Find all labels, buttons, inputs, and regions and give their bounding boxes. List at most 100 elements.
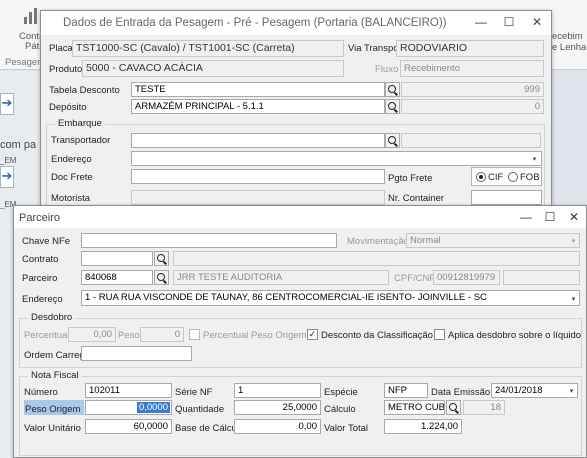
base-calculo-field[interactable]: 0,00 bbox=[234, 419, 321, 434]
nr-container-label: Nr. Container bbox=[388, 193, 444, 204]
desconto-classificacao-label: Desconto da Classificação bbox=[321, 330, 433, 341]
placa-field[interactable]: TST1000-SC (Cavalo) / TST1001-SC (Carret… bbox=[72, 40, 344, 57]
fluxo-field[interactable]: Recebimento bbox=[400, 60, 544, 77]
maximize-button[interactable]: ☐ bbox=[495, 11, 523, 33]
contrato-field[interactable] bbox=[81, 251, 153, 266]
aplica-desdobro-checkbox[interactable] bbox=[434, 329, 445, 340]
deposito-code: 0 bbox=[401, 99, 544, 114]
ribbon-label-lenha[interactable]: e Lenha bbox=[552, 42, 586, 53]
cif-radio[interactable] bbox=[476, 172, 486, 182]
minimize-button[interactable]: — bbox=[467, 11, 495, 33]
ribbon-label-pat[interactable]: Pát bbox=[25, 41, 39, 52]
calculo-label: Cálculo bbox=[324, 404, 356, 415]
calculo-search-button[interactable] bbox=[446, 400, 461, 415]
calculo-code: 18 bbox=[463, 400, 505, 415]
numero-field[interactable]: 102011 bbox=[85, 383, 172, 398]
data-emissao-field[interactable]: 24/01/2018 bbox=[491, 383, 578, 398]
doc-frete-label: Doc Frete bbox=[51, 172, 93, 183]
arrow-button-1[interactable]: ➔ bbox=[0, 93, 14, 115]
chevron-down-icon[interactable]: ▾ bbox=[568, 234, 579, 247]
chave-nfe-field[interactable] bbox=[81, 233, 337, 248]
placa-label: Placa bbox=[49, 43, 73, 54]
deposito-label: Depósito bbox=[49, 102, 87, 113]
cpf-cnpj-field: 00912819979 bbox=[433, 270, 500, 285]
transportador-field[interactable] bbox=[131, 133, 385, 148]
motorista-field[interactable] bbox=[131, 190, 385, 205]
percentual-field[interactable]: 0,00 bbox=[68, 327, 116, 342]
nr-container-field[interactable] bbox=[471, 190, 542, 205]
tabela-desconto-field[interactable]: TESTE bbox=[131, 82, 385, 97]
percentual-label: Percentual bbox=[24, 330, 70, 341]
bg-text-com-pa: com pa bbox=[0, 139, 37, 151]
quantidade-field[interactable]: 25,0000 bbox=[234, 400, 321, 415]
tabela-desconto-code: 999 bbox=[401, 82, 544, 97]
ordem-carreg-field[interactable] bbox=[81, 346, 192, 361]
contrato-label: Contrato bbox=[22, 254, 59, 265]
maximize-button[interactable]: ☐ bbox=[538, 206, 562, 228]
nota-fiscal-title: Nota Fiscal bbox=[28, 370, 82, 381]
movimentacao-select[interactable]: Normal bbox=[406, 233, 580, 248]
movimentacao-label: Movimentação bbox=[347, 236, 409, 247]
chevron-down-icon[interactable]: ▾ bbox=[568, 292, 579, 305]
transportador-name bbox=[401, 133, 541, 148]
produto-label: Produto bbox=[49, 64, 83, 75]
desconto-classificacao-checkbox[interactable]: ✓ bbox=[307, 329, 318, 340]
calculo-field[interactable]: METRO CUBICO bbox=[384, 400, 445, 415]
search-icon bbox=[387, 135, 396, 144]
search-icon bbox=[387, 101, 396, 110]
percentual-peso-origem-checkbox[interactable] bbox=[189, 329, 200, 340]
desdobro-title: Desdobro bbox=[28, 312, 76, 323]
aplica-desdobro-label: Aplica desdobro sobre o líquido bbox=[448, 330, 582, 341]
valor-unitario-field[interactable]: 60,0000 bbox=[85, 419, 172, 434]
especie-field[interactable]: NFP bbox=[384, 383, 428, 398]
cif-label: CIF bbox=[488, 172, 504, 183]
chave-nfe-label: Chave NFe bbox=[22, 236, 71, 247]
deposito-field[interactable]: ARMAZÉM PRINCIPAL - 5.1.1 bbox=[131, 99, 385, 114]
ribbon-label-recebimento[interactable]: ecebim bbox=[552, 31, 583, 42]
fob-label: FOB bbox=[520, 172, 540, 183]
ribbon-group-pesagem: Pesagen bbox=[5, 57, 43, 68]
contrato-name bbox=[173, 251, 580, 266]
transportador-search-button[interactable] bbox=[385, 133, 400, 148]
fluxo-label: Fluxo bbox=[375, 64, 399, 75]
endereco-select[interactable]: 1 - RUA RUA VISCONDE DE TAUNAY, 86 CENTR… bbox=[81, 290, 580, 306]
especie-label: Espécie bbox=[324, 387, 358, 398]
serie-nf-label: Série NF bbox=[175, 387, 213, 398]
fob-radio[interactable] bbox=[508, 172, 518, 182]
contrato-search-button[interactable] bbox=[154, 251, 169, 266]
valor-total-field[interactable]: 1.224,00 bbox=[384, 419, 462, 434]
valor-total-label: Valor Total bbox=[324, 423, 369, 434]
parceiro-search-button[interactable] bbox=[154, 270, 169, 285]
numero-label: Número bbox=[24, 387, 58, 398]
quantidade-label: Quantidade bbox=[175, 404, 225, 415]
close-button[interactable]: ✕ bbox=[562, 206, 586, 228]
tabela-search-button[interactable] bbox=[385, 82, 400, 97]
pgto-frete-label: Pgto Frete bbox=[388, 173, 433, 184]
ordem-carreg-label: Ordem Carreg. bbox=[24, 350, 88, 361]
close-button[interactable]: ✕ bbox=[523, 11, 551, 33]
minimize-button[interactable]: — bbox=[514, 206, 538, 228]
chevron-down-icon[interactable]: ▾ bbox=[529, 152, 540, 165]
serie-nf-field[interactable]: 1 bbox=[234, 383, 321, 398]
embarque-title: Embarque bbox=[55, 118, 105, 129]
chevron-down-icon[interactable]: ▾ bbox=[566, 384, 577, 397]
search-icon bbox=[448, 402, 457, 411]
peso-field[interactable]: 0 bbox=[140, 327, 184, 342]
search-icon bbox=[387, 84, 396, 93]
doc-frete-field[interactable] bbox=[131, 169, 385, 184]
percentual-peso-origem-label: Percentual Peso Origem bbox=[203, 330, 307, 341]
endereco-embarque-select[interactable] bbox=[131, 151, 542, 166]
pesagem-window: Dados de Entrada da Pesagem - Pré - Pesa… bbox=[40, 10, 552, 216]
arrow-button-2[interactable]: ➔ bbox=[0, 166, 14, 188]
parceiro-window: Parceiro — ☐ ✕ Chave NFe Movimentação No… bbox=[13, 205, 587, 458]
transportador-label: Transportador bbox=[51, 135, 111, 146]
via-transporte-field[interactable]: RODOVIARIO bbox=[396, 40, 544, 57]
deposito-search-button[interactable] bbox=[385, 99, 400, 114]
parceiro-code-field[interactable]: 840068 bbox=[81, 270, 153, 285]
data-emissao-label: Data Emissão bbox=[431, 387, 491, 398]
peso-origem-label: Peso Origem bbox=[25, 404, 81, 415]
endereco-label: Endereço bbox=[22, 294, 63, 305]
produto-field[interactable]: 5000 - CAVACO ACÁCIA bbox=[82, 60, 344, 77]
peso-origem-field[interactable]: 0,0000 bbox=[85, 400, 172, 415]
parceiro-window-titlebar[interactable] bbox=[14, 206, 586, 228]
